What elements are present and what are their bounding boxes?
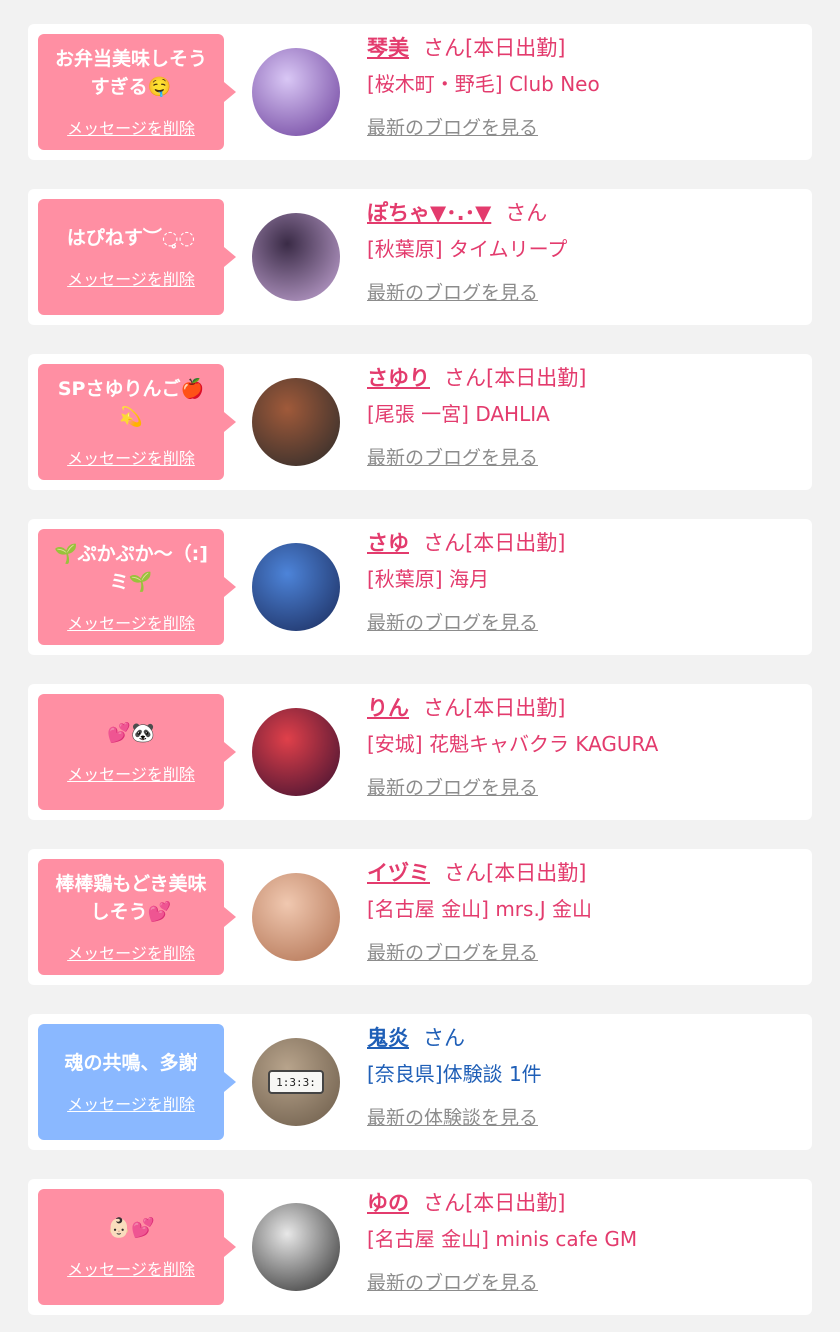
message-text: 棒棒鶏もどき美味 しそう💕	[55, 873, 207, 923]
avatar-clock-display: 1:3:3:	[268, 1070, 324, 1094]
latest-blog-link[interactable]: 最新のブログを見る	[367, 443, 538, 470]
latest-blog-link[interactable]: 最新のブログを見る	[367, 773, 538, 800]
avatar[interactable]	[252, 48, 340, 136]
honorific-status: さん[本日出勤]	[423, 1191, 566, 1215]
message-text: はぴねす︶◌̥◌	[66, 227, 196, 249]
name-line: さゆ さん[本日出勤]	[367, 527, 565, 559]
delete-message-link[interactable]: メッセージを削除	[67, 940, 195, 964]
message-bubble: SPさゆりんご🍎 💫 メッセージを削除	[38, 364, 236, 480]
honorific-status: さん[本日出勤]	[444, 861, 587, 885]
avatar[interactable]: 1:3:3:	[252, 1038, 340, 1126]
honorific-status: さん[本日出勤]	[444, 366, 587, 390]
latest-blog-link[interactable]: 最新のブログを見る	[367, 1268, 538, 1295]
avatar[interactable]	[252, 378, 340, 466]
message-card: 💕🐼 メッセージを削除 りん さん[本日出勤] [安城] 花魁キャバクラ KAGU…	[28, 684, 812, 820]
delete-message-link[interactable]: メッセージを削除	[67, 1091, 195, 1115]
name-line: イヅミ さん[本日出勤]	[367, 857, 592, 889]
shop-info: [尾張 一宮] DAHLIA	[367, 402, 550, 426]
profile-name-link[interactable]: さゆり	[367, 366, 430, 390]
message-bubble: お弁当美味しそう すぎる🤤 メッセージを削除	[38, 34, 236, 150]
honorific-status: さん	[423, 1026, 465, 1050]
latest-blog-link[interactable]: 最新のブログを見る	[367, 278, 538, 305]
message-list: お弁当美味しそう すぎる🤤 メッセージを削除 琴美 さん[本日出勤] [桜木町・野…	[0, 0, 840, 1315]
profile-name-link[interactable]: ゆの	[367, 1191, 409, 1215]
honorific-status: さん[本日出勤]	[423, 696, 566, 720]
message-card: お弁当美味しそう すぎる🤤 メッセージを削除 琴美 さん[本日出勤] [桜木町・野…	[28, 24, 812, 160]
name-line: 鬼炎 さん	[367, 1022, 542, 1054]
shop-info: [名古屋 金山] mrs.J 金山	[367, 897, 593, 921]
message-text: 👶🏻💕	[107, 1217, 155, 1239]
message-text: 💕🐼	[107, 722, 155, 744]
avatar[interactable]	[252, 543, 340, 631]
profile-info: ぽちゃ▼･.･▼ さん [秋葉原] タイムリープ 最新のブログを見る	[367, 197, 567, 305]
delete-message-link[interactable]: メッセージを削除	[67, 761, 195, 785]
avatar[interactable]	[252, 708, 340, 796]
message-text: SPさゆりんご🍎 💫	[57, 378, 205, 428]
message-text: お弁当美味しそう すぎる🤤	[54, 48, 207, 98]
shop-info: [安城] 花魁キャバクラ KAGURA	[367, 732, 659, 756]
profile-info: ゆの さん[本日出勤] [名古屋 金山] minis cafe GM 最新のブログ…	[367, 1187, 637, 1295]
name-line: ゆの さん[本日出勤]	[367, 1187, 637, 1219]
name-line: 琴美 さん[本日出勤]	[367, 32, 600, 64]
message-card: SPさゆりんご🍎 💫 メッセージを削除 さゆり さん[本日出勤] [尾張 一宮] …	[28, 354, 812, 490]
profile-name-link[interactable]: りん	[367, 696, 409, 720]
profile-info: 鬼炎 さん [奈良県]体験談 1件 最新の体験談を見る	[367, 1022, 542, 1130]
profile-name-link[interactable]: ぽちゃ▼･.･▼	[367, 201, 491, 225]
message-card: はぴねす︶◌̥◌ メッセージを削除 ぽちゃ▼･.･▼ さん [秋葉原] タイムリー…	[28, 189, 812, 325]
avatar[interactable]	[252, 1203, 340, 1291]
profile-name-link[interactable]: 鬼炎	[367, 1026, 409, 1050]
message-bubble: はぴねす︶◌̥◌ メッセージを削除	[38, 199, 236, 315]
message-card: 棒棒鶏もどき美味 しそう💕 メッセージを削除 イヅミ さん[本日出勤] [名古屋 …	[28, 849, 812, 985]
profile-name-link[interactable]: イヅミ	[367, 861, 430, 885]
delete-message-link[interactable]: メッセージを削除	[67, 445, 195, 469]
name-line: りん さん[本日出勤]	[367, 692, 658, 724]
avatar[interactable]	[252, 873, 340, 961]
profile-name-link[interactable]: 琴美	[367, 36, 409, 60]
profile-name-link[interactable]: さゆ	[367, 531, 409, 555]
name-line: ぽちゃ▼･.･▼ さん	[367, 197, 567, 229]
latest-blog-link[interactable]: 最新の体験談を見る	[367, 1103, 538, 1130]
shop-info: [名古屋 金山] minis cafe GM	[367, 1227, 638, 1251]
delete-message-link[interactable]: メッセージを削除	[67, 115, 195, 139]
name-line: さゆり さん[本日出勤]	[367, 362, 586, 394]
delete-message-link[interactable]: メッセージを削除	[67, 610, 195, 634]
shop-info: [秋葉原] タイムリープ	[367, 237, 568, 261]
latest-blog-link[interactable]: 最新のブログを見る	[367, 608, 538, 635]
shop-info: [秋葉原] 海月	[367, 567, 489, 591]
message-bubble: 💕🐼 メッセージを削除	[38, 694, 236, 810]
message-card: 魂の共鳴、多謝 メッセージを削除 1:3:3: 鬼炎 さん [奈良県]体験談 1件…	[28, 1014, 812, 1150]
message-text: 魂の共鳴、多謝	[64, 1052, 198, 1074]
honorific-status: さん[本日出勤]	[423, 36, 566, 60]
shop-info: [桜木町・野毛] Club Neo	[367, 72, 600, 96]
message-bubble: 🌱ぷかぷか〜（:] ミ🌱 メッセージを削除	[38, 529, 236, 645]
message-bubble: 棒棒鶏もどき美味 しそう💕 メッセージを削除	[38, 859, 236, 975]
profile-info: さゆり さん[本日出勤] [尾張 一宮] DAHLIA 最新のブログを見る	[367, 362, 586, 470]
delete-message-link[interactable]: メッセージを削除	[67, 266, 195, 290]
delete-message-link[interactable]: メッセージを削除	[67, 1256, 195, 1280]
message-bubble: 👶🏻💕 メッセージを削除	[38, 1189, 236, 1305]
profile-info: イヅミ さん[本日出勤] [名古屋 金山] mrs.J 金山 最新のブログを見る	[367, 857, 592, 965]
message-bubble: 魂の共鳴、多謝 メッセージを削除	[38, 1024, 236, 1140]
latest-blog-link[interactable]: 最新のブログを見る	[367, 113, 538, 140]
profile-info: さゆ さん[本日出勤] [秋葉原] 海月 最新のブログを見る	[367, 527, 565, 635]
message-card: 👶🏻💕 メッセージを削除 ゆの さん[本日出勤] [名古屋 金山] minis c…	[28, 1179, 812, 1315]
message-card: 🌱ぷかぷか〜（:] ミ🌱 メッセージを削除 さゆ さん[本日出勤] [秋葉原] 海…	[28, 519, 812, 655]
message-text: 🌱ぷかぷか〜（:] ミ🌱	[54, 543, 208, 593]
profile-info: りん さん[本日出勤] [安城] 花魁キャバクラ KAGURA 最新のブログを見る	[367, 692, 658, 800]
avatar[interactable]	[252, 213, 340, 301]
latest-blog-link[interactable]: 最新のブログを見る	[367, 938, 538, 965]
profile-info: 琴美 さん[本日出勤] [桜木町・野毛] Club Neo 最新のブログを見る	[367, 32, 600, 140]
shop-info: [奈良県]体験談 1件	[367, 1062, 542, 1086]
honorific-status: さん[本日出勤]	[423, 531, 566, 555]
honorific-status: さん	[505, 201, 548, 225]
